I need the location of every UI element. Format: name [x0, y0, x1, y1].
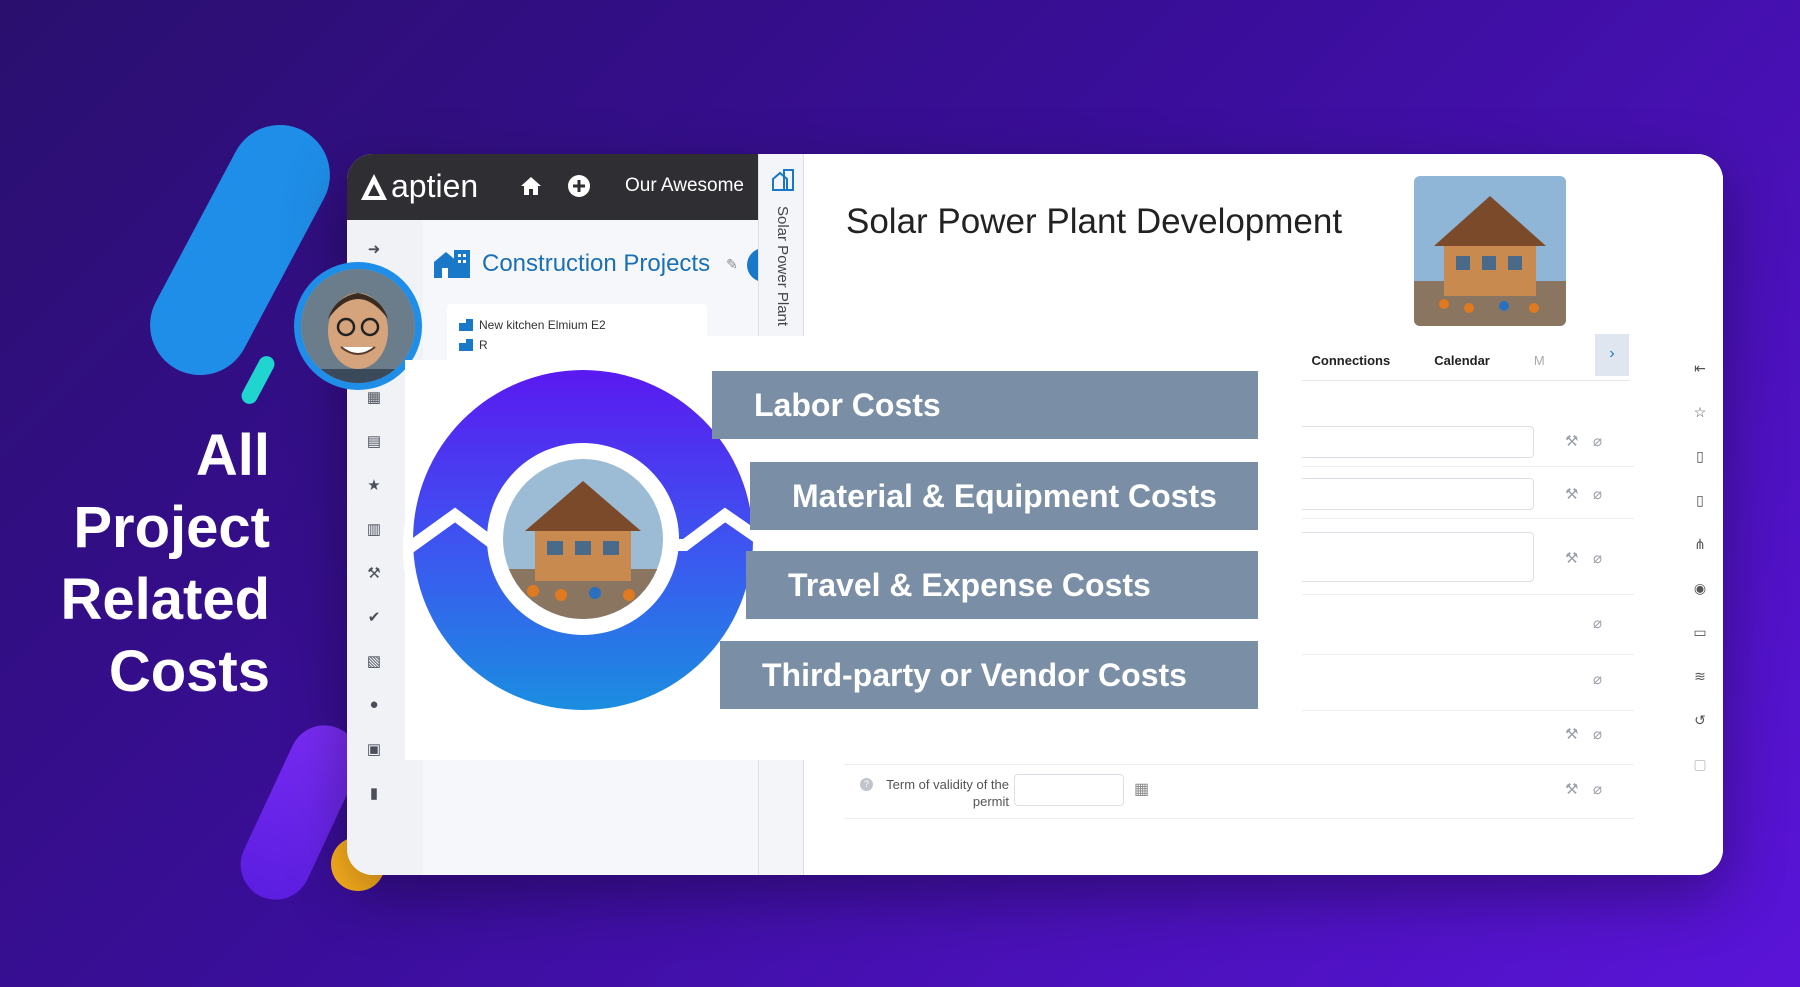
cost-item-travel: Travel & Expense Costs	[746, 551, 1258, 619]
crane-icon[interactable]: ⚒	[1565, 432, 1578, 450]
edit-icon[interactable]: ✎	[726, 256, 738, 273]
toggle-icon[interactable]: ≋	[1691, 668, 1709, 686]
project-thumbnail	[1414, 176, 1566, 326]
star-outline-icon[interactable]: ☆	[1691, 404, 1709, 422]
decor-cyan-bar	[238, 353, 278, 407]
attachment-icon[interactable]: ⌀	[1593, 725, 1602, 743]
cost-item-labor: Labor Costs	[712, 371, 1258, 439]
document-icon[interactable]: ▥	[365, 520, 383, 538]
tab-more[interactable]: M	[1534, 353, 1545, 368]
row-divider	[844, 764, 1634, 765]
id-card-icon[interactable]: ▭	[1691, 624, 1709, 642]
list-item[interactable]: R	[459, 338, 488, 352]
person-photo	[301, 269, 415, 383]
calendar-icon[interactable]: ▦	[365, 388, 383, 406]
vertical-tab-label: Solar Power Plant	[774, 206, 791, 327]
collapse-icon[interactable]: ➜	[365, 240, 383, 258]
building-icon	[772, 169, 794, 191]
add-icon[interactable]	[567, 174, 591, 198]
avatar	[294, 262, 422, 390]
report-icon[interactable]: ▧	[365, 652, 383, 670]
crane-icon[interactable]: ⚒	[1565, 780, 1578, 798]
library-icon[interactable]: ▮	[365, 784, 383, 802]
building-icon	[459, 339, 473, 351]
projects-title: Construction Projects	[482, 250, 711, 277]
list-item[interactable]: New kitchen Elmium E2	[459, 318, 606, 332]
crane-icon[interactable]: ⚒	[1565, 549, 1578, 567]
projects-header: Construction Projects ✎	[432, 248, 738, 280]
calendar-icon[interactable]: ▦	[1134, 779, 1149, 799]
star-icon[interactable]: ★	[365, 476, 383, 494]
collapse-left-icon[interactable]: ⇤	[1691, 360, 1709, 378]
check-icon[interactable]: ✔	[365, 608, 383, 626]
home-icon[interactable]	[519, 174, 543, 198]
headline: All Project Related Costs	[60, 423, 270, 704]
top-bar: aptien Our Awesome	[347, 154, 767, 220]
save-icon[interactable]: ▢	[1691, 756, 1709, 774]
aptien-logo-icon	[361, 173, 387, 200]
attachment-icon[interactable]: ⌀	[1593, 549, 1602, 567]
center-project-image	[503, 459, 663, 619]
attachment-icon[interactable]: ⌀	[1593, 614, 1602, 632]
cost-item-vendor: Third-party or Vendor Costs	[720, 641, 1258, 709]
tab-calendar[interactable]: Calendar	[1434, 353, 1490, 368]
building-icon	[434, 250, 470, 278]
detail-title: Solar Power Plant Development	[846, 202, 1343, 241]
tab-connections[interactable]: Connections	[1312, 353, 1391, 368]
permit-date-input[interactable]	[1014, 774, 1124, 806]
row-divider	[844, 818, 1634, 819]
user-icon[interactable]: ●	[365, 696, 383, 714]
share-icon[interactable]: ⋔	[1691, 536, 1709, 554]
clipboard-icon[interactable]: ▤	[365, 432, 383, 450]
add-document-icon[interactable]: ▯	[1691, 448, 1709, 466]
attachment-icon[interactable]: ⌀	[1593, 432, 1602, 450]
board-icon[interactable]: ▣	[365, 740, 383, 758]
eye-icon[interactable]: ◉	[1691, 580, 1709, 598]
permit-label: Term of validity of the permit	[886, 777, 1009, 809]
app-logo[interactable]: aptien	[359, 168, 478, 205]
workspace-name[interactable]: Our Awesome	[625, 175, 744, 197]
attachment-icon[interactable]: ⌀	[1593, 780, 1602, 798]
crane-icon[interactable]: ⚒	[365, 564, 383, 582]
building-icon	[459, 319, 473, 331]
tabs-next-icon[interactable]: ›	[1595, 334, 1629, 376]
attachment-icon[interactable]: ⌀	[1593, 670, 1602, 688]
cost-item-material: Material & Equipment Costs	[750, 462, 1258, 530]
crane-icon[interactable]: ⚒	[1565, 725, 1578, 743]
crane-icon[interactable]: ⚒	[1565, 485, 1578, 503]
attachment-icon[interactable]: ⌀	[1593, 485, 1602, 503]
history-icon[interactable]: ↺	[1691, 712, 1709, 730]
right-sidebar: ⇤ ☆ ▯ ▯ ⋔ ◉ ▭ ≋ ↺ ▢	[1677, 154, 1723, 875]
pdf-icon[interactable]: ▯	[1691, 492, 1709, 510]
